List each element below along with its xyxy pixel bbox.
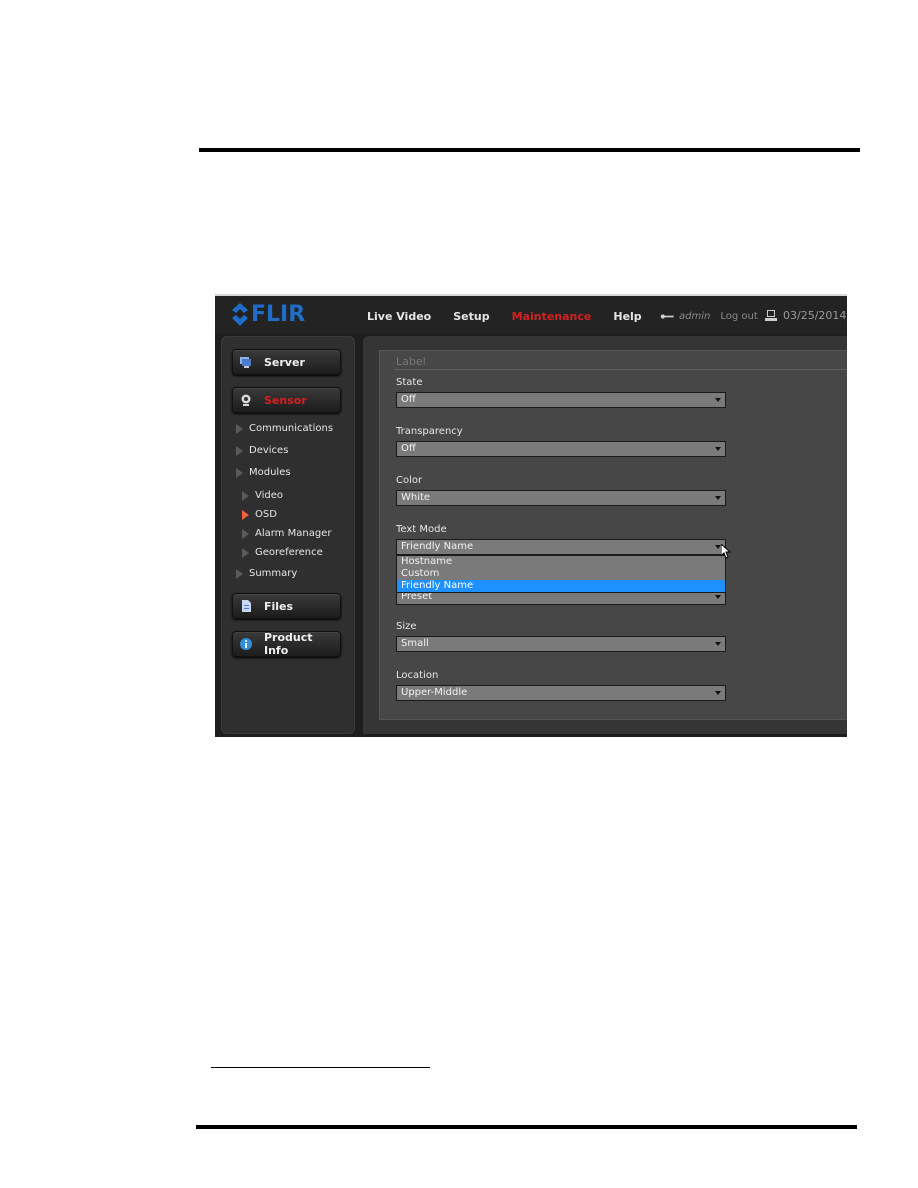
- nav-setup[interactable]: Setup: [453, 310, 489, 323]
- tree-item-osd[interactable]: OSD: [242, 509, 277, 520]
- tree-item-communications[interactable]: Communications: [236, 423, 333, 434]
- option-custom[interactable]: Custom: [397, 568, 725, 580]
- brand-name: FLIR: [251, 302, 306, 327]
- nav-live-video[interactable]: Live Video: [367, 310, 431, 323]
- tree-item-devices[interactable]: Devices: [236, 445, 288, 456]
- mouse-cursor-icon: [721, 544, 731, 559]
- footnote-rule: [211, 1067, 430, 1068]
- triangle-right-icon: [236, 445, 243, 456]
- sensor-button[interactable]: Sensor: [232, 387, 341, 413]
- user-info: admin Log out: [659, 311, 758, 322]
- file-icon: [242, 600, 251, 612]
- size-select[interactable]: Small: [396, 636, 726, 652]
- option-hostname[interactable]: Hostname: [397, 556, 725, 568]
- section-title: Label: [396, 355, 426, 368]
- triangle-right-icon: [236, 467, 243, 478]
- tree-item-summary[interactable]: Summary: [236, 568, 297, 579]
- tree-item-georeference[interactable]: Georeference: [242, 547, 323, 558]
- top-bar: FLIR Live Video Setup Maintenance Help a…: [215, 296, 847, 334]
- tree-item-video[interactable]: Video: [242, 490, 283, 501]
- tree-item-alarm-manager[interactable]: Alarm Manager: [242, 528, 331, 539]
- main-nav: Live Video Setup Maintenance Help: [367, 310, 664, 323]
- key-icon: [660, 314, 674, 319]
- triangle-right-icon: [236, 568, 243, 579]
- dropdown-arrow-icon: [715, 642, 721, 646]
- dropdown-arrow-icon: [715, 595, 721, 599]
- flir-logo[interactable]: FLIR: [232, 302, 305, 327]
- main-content: Label State Off Transparency Off Color W…: [363, 336, 847, 734]
- computer-icon: [765, 310, 777, 321]
- text-mode-options: Hostname Custom Friendly Name: [396, 555, 726, 593]
- triangle-right-icon: [236, 423, 243, 434]
- triangle-right-active-icon: [242, 509, 249, 520]
- triangle-right-icon: [242, 547, 249, 558]
- sidebar: Server Sensor Communications Devices Mod…: [221, 336, 355, 734]
- transparency-select[interactable]: Off: [396, 441, 726, 457]
- dropdown-arrow-icon: [715, 496, 721, 500]
- triangle-right-icon: [242, 490, 249, 501]
- server-icon: [240, 357, 251, 368]
- transparency-label: Transparency: [396, 426, 463, 437]
- nav-maintenance[interactable]: Maintenance: [512, 310, 592, 323]
- size-label: Size: [396, 621, 417, 632]
- footer-rule: [196, 1125, 857, 1129]
- server-button[interactable]: Server: [232, 349, 341, 375]
- dropdown-arrow-icon: [715, 447, 721, 451]
- flir-web-ui-screenshot: FLIR Live Video Setup Maintenance Help a…: [215, 294, 847, 737]
- location-select[interactable]: Upper-Middle: [396, 685, 726, 701]
- product-info-button[interactable]: Product Info: [232, 631, 341, 657]
- files-button[interactable]: Files: [232, 593, 341, 619]
- color-label: Color: [396, 475, 423, 486]
- label-settings-panel: Label State Off Transparency Off Color W…: [379, 350, 847, 720]
- dropdown-arrow-icon: [715, 691, 721, 695]
- text-mode-label: Text Mode: [396, 524, 447, 535]
- tree-item-modules[interactable]: Modules: [236, 467, 291, 478]
- state-label: State: [396, 377, 423, 388]
- text-mode-select[interactable]: Friendly Name: [396, 539, 726, 555]
- username: admin: [679, 311, 711, 322]
- date-time: 03/25/2014 09: [765, 309, 847, 322]
- info-icon: [240, 638, 252, 650]
- triangle-right-icon: [242, 528, 249, 539]
- state-select[interactable]: Off: [396, 392, 726, 408]
- location-label: Location: [396, 670, 439, 681]
- datetime-text: 03/25/2014 09: [783, 309, 847, 322]
- section-divider: [394, 369, 847, 370]
- color-select[interactable]: White: [396, 490, 726, 506]
- nav-help[interactable]: Help: [613, 310, 641, 323]
- flir-logo-icon: [232, 302, 248, 326]
- option-friendly-name[interactable]: Friendly Name: [397, 580, 725, 592]
- header-rule: [199, 148, 860, 152]
- dropdown-arrow-icon: [715, 398, 721, 402]
- camera-icon: [241, 394, 251, 406]
- logout-link[interactable]: Log out: [720, 311, 757, 322]
